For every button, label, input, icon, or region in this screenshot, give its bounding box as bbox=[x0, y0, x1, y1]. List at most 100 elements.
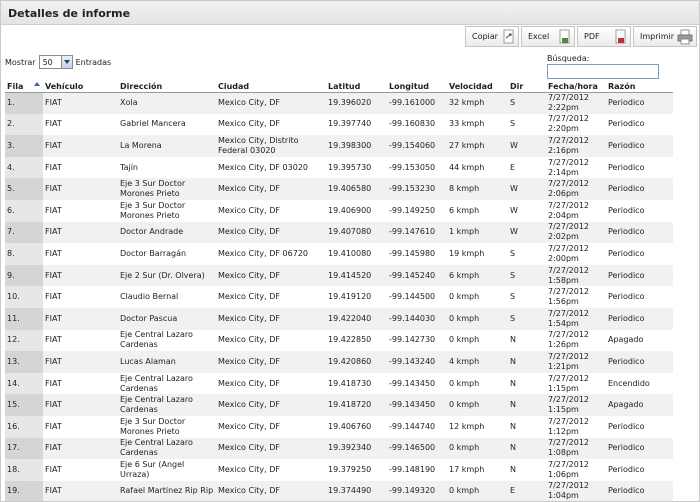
cell-latitud: 19.420860 bbox=[326, 351, 387, 373]
pdf-label: PDF bbox=[584, 32, 600, 41]
table-row[interactable]: 1. FIAT Xola Mexico City, DF 19.396020 -99.16… bbox=[5, 92, 673, 114]
cell-latitud: 19.414520 bbox=[326, 264, 387, 287]
cell-longitud: -99.154060 bbox=[387, 135, 447, 157]
table-row[interactable]: 4. FIAT Tajín Mexico City, DF 03020 19.39573… bbox=[5, 156, 673, 179]
cell-fila: 7. bbox=[5, 221, 43, 244]
table-row[interactable]: 13. FIAT Lucas Alaman Mexico City, DF 19.420… bbox=[5, 351, 673, 373]
cell-razon: Periodico bbox=[606, 113, 673, 136]
header-fecha-hora[interactable]: Fecha/hora bbox=[546, 81, 606, 93]
header-direccion[interactable]: Dirección bbox=[118, 81, 216, 93]
cell-direccion: La Morena bbox=[118, 135, 216, 157]
table-row[interactable]: 5. FIAT Eje 3 Sur Doctor Morones Prieto Mex… bbox=[5, 178, 673, 200]
cell-latitud: 19.406580 bbox=[326, 178, 387, 200]
table-row[interactable]: 14. FIAT Eje Central Lazaro Cardenas Mexico… bbox=[5, 372, 673, 395]
cell-dir: N bbox=[508, 372, 546, 395]
cell-dir: W bbox=[508, 199, 546, 222]
table-row[interactable]: 6. FIAT Eje 3 Sur Doctor Morones Prieto Mex… bbox=[5, 199, 673, 222]
cell-fila: 13. bbox=[5, 351, 43, 373]
table-row[interactable]: 19. FIAT Rafael Martinez Rip Rip Mexico Cit… bbox=[5, 480, 673, 501]
cell-latitud: 19.397740 bbox=[326, 113, 387, 136]
cell-razon: Periodico bbox=[606, 351, 673, 373]
cell-fila: 2. bbox=[5, 113, 43, 136]
cell-longitud: -99.143450 bbox=[387, 372, 447, 395]
table-row[interactable]: 8. FIAT Doctor Barragán Mexico City, DF 067… bbox=[5, 243, 673, 265]
cell-direccion: Eje 6 Sur (Angel Urraza) bbox=[118, 459, 216, 481]
table-row[interactable]: 7. FIAT Doctor Andrade Mexico City, DF 19.40… bbox=[5, 221, 673, 244]
cell-fila: 6. bbox=[5, 199, 43, 222]
cell-vehiculo: FIAT bbox=[43, 221, 118, 244]
copy-button[interactable]: Copiar bbox=[465, 26, 519, 47]
cell-fila: 15. bbox=[5, 394, 43, 416]
length-prefix: Mostrar bbox=[5, 57, 36, 67]
length-select[interactable]: 50 bbox=[38, 55, 73, 69]
cell-direccion: Xola bbox=[118, 92, 216, 114]
header-row: Fila Vehículo Dirección Ciudad Latitud L… bbox=[5, 81, 673, 93]
table-row[interactable]: 17. FIAT Eje Central Lazaro Cardenas Mexico… bbox=[5, 437, 673, 460]
cell-razon: Periodico bbox=[606, 221, 673, 244]
table-row[interactable]: 2. FIAT Gabriel Mancera Mexico City, DF 19.3… bbox=[5, 113, 673, 136]
header-razon[interactable]: Razón bbox=[606, 81, 673, 93]
cell-longitud: -99.148190 bbox=[387, 459, 447, 481]
export-toolbar: Copiar Excel PDF Imprimir bbox=[463, 26, 697, 48]
cell-longitud: -99.149320 bbox=[387, 480, 447, 501]
cell-longitud: -99.161000 bbox=[387, 92, 447, 114]
cell-ciudad: Mexico City, DF bbox=[216, 351, 326, 373]
table-row[interactable]: 15. FIAT Eje Central Lazaro Cardenas Mexico… bbox=[5, 394, 673, 416]
print-button[interactable]: Imprimir bbox=[633, 26, 697, 47]
cell-vehiculo: FIAT bbox=[43, 113, 118, 136]
table-row[interactable]: 9. FIAT Eje 2 Sur (Dr. Olvera) Mexico City,… bbox=[5, 264, 673, 287]
header-dir[interactable]: Dir bbox=[508, 81, 546, 93]
search-input[interactable] bbox=[547, 64, 659, 79]
cell-vehiculo: FIAT bbox=[43, 286, 118, 308]
cell-vehiculo: FIAT bbox=[43, 243, 118, 265]
cell-direccion: Doctor Barragán bbox=[118, 243, 216, 265]
cell-ciudad: Mexico City, DF bbox=[216, 92, 326, 114]
cell-dir: W bbox=[508, 135, 546, 157]
cell-velocidad: 0 kmph bbox=[447, 307, 508, 330]
excel-button[interactable]: Excel bbox=[521, 26, 575, 47]
table-row[interactable]: 3. FIAT La Morena Mexico City, Distrito Fed… bbox=[5, 135, 673, 157]
cell-velocidad: 6 kmph bbox=[447, 264, 508, 287]
header-longitud[interactable]: Longitud bbox=[387, 81, 447, 93]
cell-vehiculo: FIAT bbox=[43, 329, 118, 352]
cell-razon: Periodico bbox=[606, 459, 673, 481]
header-latitud[interactable]: Latitud bbox=[326, 81, 387, 93]
cell-velocidad: 1 kmph bbox=[447, 221, 508, 244]
cell-fila: 5. bbox=[5, 178, 43, 200]
cell-latitud: 19.418720 bbox=[326, 394, 387, 416]
cell-dir: S bbox=[508, 92, 546, 114]
cell-ciudad: Mexico City, DF bbox=[216, 437, 326, 460]
table-row[interactable]: 10. FIAT Claudio Bernal Mexico City, DF 19.4… bbox=[5, 286, 673, 308]
cell-fecha-hora: 7/27/2012 1:26pm bbox=[546, 329, 606, 352]
cell-fila: 18. bbox=[5, 459, 43, 481]
cell-vehiculo: FIAT bbox=[43, 135, 118, 157]
cell-ciudad: Mexico City, DF 03020 bbox=[216, 156, 326, 179]
cell-ciudad: Mexico City, DF 06720 bbox=[216, 243, 326, 265]
table-row[interactable]: 18. FIAT Eje 6 Sur (Angel Urraza) Mexico Ci… bbox=[5, 459, 673, 481]
cell-vehiculo: FIAT bbox=[43, 351, 118, 373]
cell-direccion: Lucas Alaman bbox=[118, 351, 216, 373]
header-vehiculo[interactable]: Vehículo bbox=[43, 81, 118, 93]
pdf-button[interactable]: PDF bbox=[577, 26, 631, 47]
header-fila[interactable]: Fila bbox=[5, 81, 43, 93]
table-body: 1. FIAT Xola Mexico City, DF 19.396020 -99.16… bbox=[5, 92, 673, 501]
cell-fecha-hora: 7/27/2012 1:56pm bbox=[546, 286, 606, 308]
header-velocidad[interactable]: Velocidad bbox=[447, 81, 508, 93]
cell-longitud: -99.144030 bbox=[387, 307, 447, 330]
cell-ciudad: Mexico City, DF bbox=[216, 329, 326, 352]
cell-longitud: -99.142730 bbox=[387, 329, 447, 352]
cell-ciudad: Mexico City, DF bbox=[216, 221, 326, 244]
table-row[interactable]: 11. FIAT Doctor Pascua Mexico City, DF 19.42… bbox=[5, 307, 673, 330]
header-ciudad[interactable]: Ciudad bbox=[216, 81, 326, 93]
cell-razon: Periodico bbox=[606, 480, 673, 501]
cell-dir: S bbox=[508, 264, 546, 287]
cell-fecha-hora: 7/27/2012 2:00pm bbox=[546, 243, 606, 265]
print-label: Imprimir bbox=[640, 32, 675, 41]
cell-razon: Periodico bbox=[606, 286, 673, 308]
cell-direccion: Claudio Bernal bbox=[118, 286, 216, 308]
cell-vehiculo: FIAT bbox=[43, 480, 118, 501]
table-row[interactable]: 12. FIAT Eje Central Lazaro Cardenas Mexico… bbox=[5, 329, 673, 352]
cell-vehiculo: FIAT bbox=[43, 156, 118, 179]
table-row[interactable]: 16. FIAT Eje 3 Sur Doctor Morones Prieto Me… bbox=[5, 415, 673, 438]
cell-razon: Periodico bbox=[606, 135, 673, 157]
